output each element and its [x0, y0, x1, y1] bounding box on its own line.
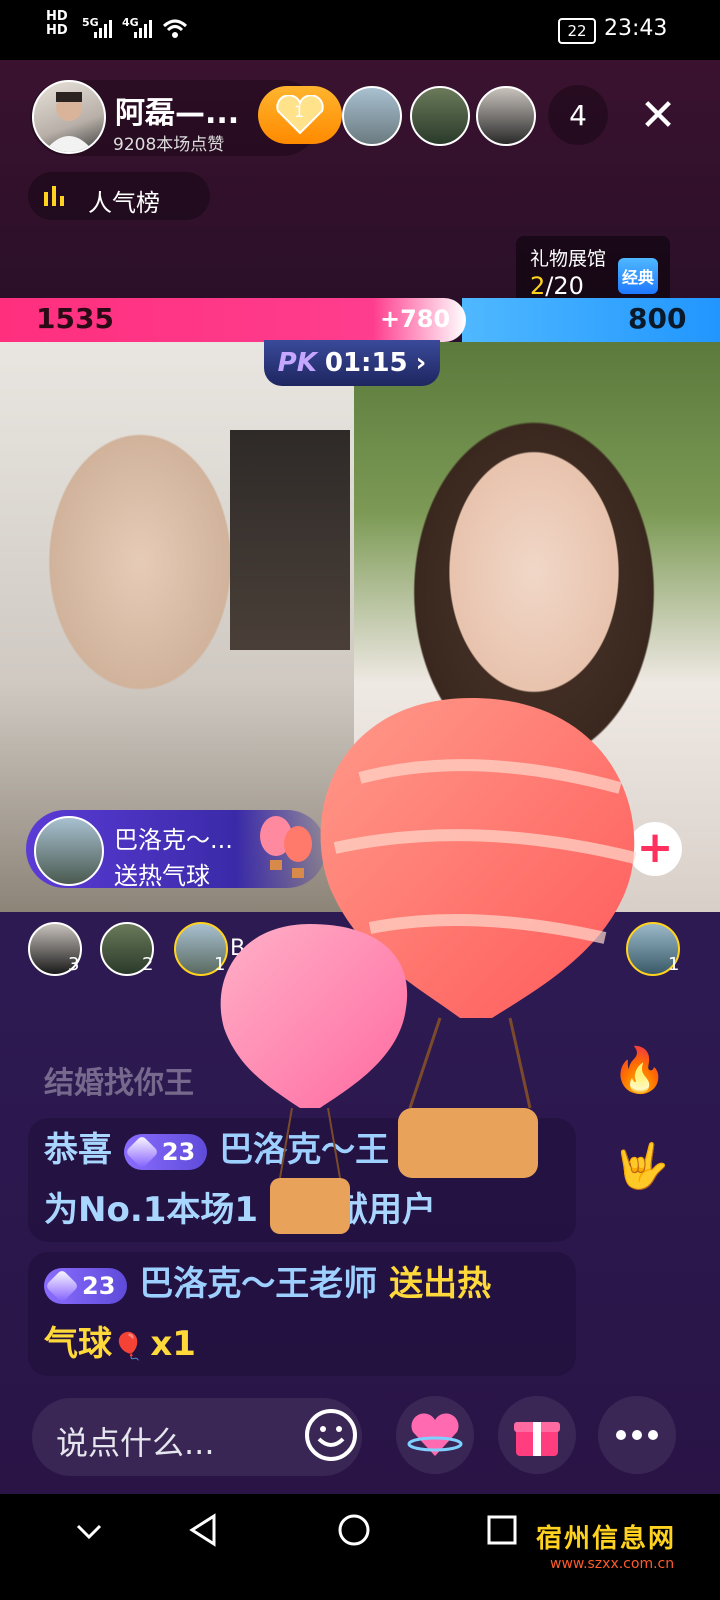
gift-box-icon — [514, 1422, 560, 1456]
home-icon[interactable] — [336, 1512, 372, 1548]
more-dots-icon — [616, 1430, 658, 1440]
recents-icon[interactable] — [486, 1514, 518, 1546]
supporter-rank-right-1: 1 — [668, 954, 680, 975]
viewer-avatar-3[interactable] — [476, 86, 536, 146]
signal-icon — [94, 20, 112, 38]
host-likes: 9208本场点赞 — [113, 135, 225, 155]
heart-icon — [407, 1413, 463, 1456]
pk-time: 01:15 — [324, 348, 408, 378]
chat-msg2-user[interactable]: 巴洛克～王老师 — [139, 1264, 377, 1304]
viewer-avatar-2[interactable] — [410, 86, 470, 146]
emoji-button[interactable] — [292, 1396, 370, 1474]
pk-logo: PK — [277, 348, 317, 378]
viewer-count[interactable]: 4 — [548, 85, 608, 145]
gift-hall-total: /20 — [545, 272, 584, 300]
chat-faded-message: 结婚找你王 — [44, 1066, 194, 1101]
status-bar: HD HD 5G 4G 22 23:43 — [0, 0, 720, 60]
supporter-rank-left-3: 3 — [68, 954, 80, 975]
more-button[interactable] — [598, 1396, 676, 1474]
level-badge-2: 23 — [44, 1267, 128, 1304]
chevron-down-icon[interactable] — [74, 1516, 104, 1546]
pk-right-score: 800 — [628, 302, 687, 335]
battery-icon: 22 — [558, 18, 596, 44]
host-avatar[interactable] — [32, 80, 106, 154]
gift-button[interactable] — [498, 1396, 576, 1474]
smiley-icon — [305, 1409, 357, 1461]
host-portrait-icon — [44, 92, 94, 152]
rank-badge[interactable]: 1 — [258, 86, 342, 144]
gem-icon — [124, 1134, 159, 1169]
back-icon[interactable] — [186, 1512, 220, 1548]
chat-message-2-line2: 气球🎈 x1 — [44, 1314, 196, 1377]
popularity-label: 人气榜 — [88, 189, 160, 217]
chevron-right-icon: › — [415, 348, 427, 378]
like-button[interactable] — [396, 1396, 474, 1474]
gift-action-text: 送热气球 — [114, 862, 210, 890]
wifi-icon — [162, 19, 188, 38]
chat-msg1-prefix: 恭喜 — [44, 1130, 112, 1170]
pk-left-score: 1535 — [36, 302, 114, 335]
gift-hall-title: 礼物展馆 — [530, 248, 607, 270]
bar-chart-icon — [44, 186, 64, 206]
comment-placeholder: 说点什么... — [56, 1424, 215, 1462]
host-name[interactable]: 阿磊—... — [115, 88, 239, 132]
pk-timer[interactable]: PK 01:15 › — [264, 340, 440, 386]
supporter-rank-left-2: 2 — [142, 954, 154, 975]
chat-message-2-line1: 23 巴洛克～王老师 送出热 — [44, 1254, 491, 1314]
chat-msg2-count: x1 — [150, 1324, 196, 1364]
level-number: 23 — [161, 1137, 196, 1166]
gift-hall-progress: 2/20 — [530, 272, 584, 300]
level-badge: 23 — [123, 1133, 208, 1170]
sim-indicator: HD HD — [46, 9, 68, 38]
rank-number: 1 — [294, 102, 305, 121]
chat-msg2-action: 送出热 — [389, 1264, 492, 1304]
viewer-avatar-1[interactable] — [342, 86, 402, 146]
gem-icon-2 — [45, 1268, 79, 1303]
level-number-2: 23 — [82, 1271, 116, 1300]
pk-left-bonus: +780 — [380, 305, 451, 333]
clock: 23:43 — [604, 16, 668, 41]
classic-badge: 经典 — [618, 258, 658, 294]
signal-icon-2 — [134, 20, 152, 38]
background-shelf — [230, 430, 350, 650]
chat-msg2-gift: 气球 — [44, 1324, 112, 1364]
gift-sender-avatar[interactable] — [34, 816, 104, 886]
close-icon[interactable]: ✕ — [630, 88, 686, 144]
hot-air-balloon-animation — [220, 698, 637, 1234]
gift-hall-current: 2 — [530, 272, 546, 300]
watermark-url: www.szxx.com.cn — [550, 1556, 675, 1572]
watermark-text: 宿州信息网 — [536, 1524, 677, 1554]
battery-level: 22 — [567, 22, 587, 40]
fire-reaction-icon: 🔥 — [612, 1045, 667, 1096]
balloon-small-icon: 🎈 — [112, 1332, 145, 1362]
rock-hand-reaction-icon: 🤟 — [614, 1141, 669, 1192]
